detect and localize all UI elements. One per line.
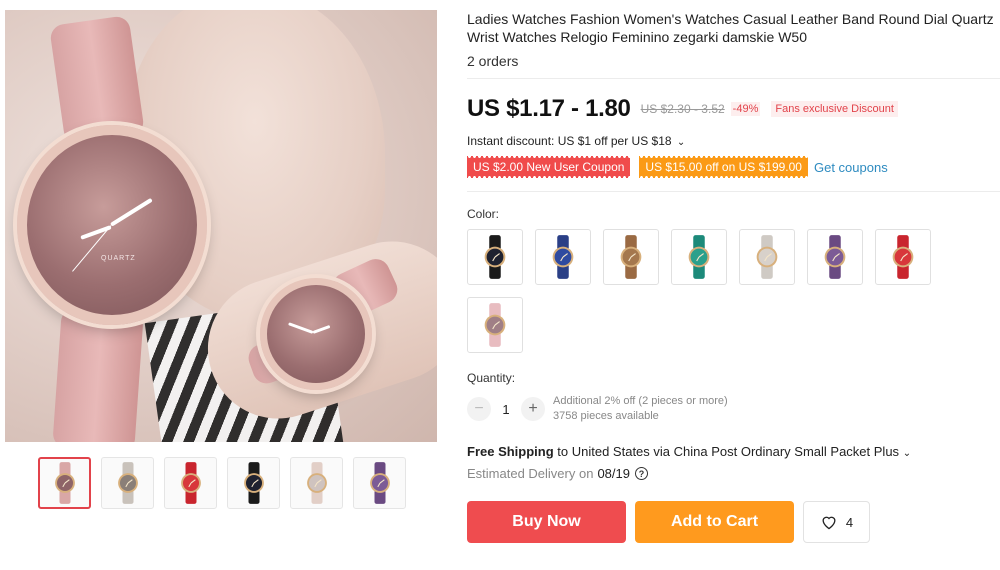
question-icon[interactable]: ? xyxy=(635,467,648,480)
color-swatch-2[interactable] xyxy=(535,229,591,285)
quantity-increase-button[interactable]: + xyxy=(521,397,545,421)
watch-icon xyxy=(484,235,506,279)
wishlist-button[interactable]: 4 xyxy=(803,501,870,543)
store-coupon[interactable]: US $15.00 off on US $199.00 xyxy=(639,155,808,179)
color-swatch-3[interactable] xyxy=(603,229,659,285)
color-swatch-8[interactable] xyxy=(467,297,523,353)
instant-discount[interactable]: Instant discount: US $1 off per US $18 ⌄ xyxy=(467,134,1000,148)
shipping-destination: to United States via China Post Ordinary… xyxy=(553,444,900,459)
product-info: Ladies Watches Fashion Women's Watches C… xyxy=(467,10,1000,543)
quantity-input[interactable] xyxy=(491,401,521,417)
watch-icon xyxy=(54,462,75,504)
current-price: US $1.17 - 1.80 xyxy=(467,95,631,122)
product-title: Ladies Watches Fashion Women's Watches C… xyxy=(467,11,994,45)
watch-icon xyxy=(484,303,506,347)
color-swatch-6[interactable] xyxy=(807,229,863,285)
watch-icon xyxy=(688,235,710,279)
thumbnail-4[interactable] xyxy=(227,457,280,509)
chevron-down-icon: ⌄ xyxy=(676,137,686,148)
watch-icon xyxy=(306,462,327,504)
color-swatch-4[interactable] xyxy=(671,229,727,285)
price-row: US $1.17 - 1.80 US $2.30 - 3.52 -49% Fan… xyxy=(467,95,1000,123)
color-swatch-7[interactable] xyxy=(875,229,931,285)
quantity-stepper: − + Additional 2% off (2 pieces or more)… xyxy=(467,394,1000,424)
original-price: US $2.30 - 3.52 xyxy=(640,102,725,116)
large-watch-face: QUARTZ xyxy=(17,125,207,325)
small-watch-face xyxy=(260,278,372,390)
chevron-down-icon: ⌄ xyxy=(902,448,912,459)
color-swatches xyxy=(467,229,937,353)
thumbnail-6[interactable] xyxy=(353,457,406,509)
thumbnail-5[interactable] xyxy=(290,457,343,509)
divider xyxy=(467,191,1000,192)
stock-available: 3758 pieces available xyxy=(553,410,659,422)
color-swatch-1[interactable] xyxy=(467,229,523,285)
watch-icon xyxy=(117,462,138,504)
watch-brand-text: QUARTZ xyxy=(101,255,136,262)
buy-now-button[interactable]: Buy Now xyxy=(467,501,626,543)
add-to-cart-button[interactable]: Add to Cart xyxy=(635,501,794,543)
quantity-label: Quantity: xyxy=(467,371,516,385)
color-label: Color: xyxy=(467,207,500,221)
product-main-image[interactable]: QUARTZ xyxy=(5,10,437,442)
coupon-row: US $2.00 New User Coupon US $15.00 off o… xyxy=(467,155,1000,179)
eta-date: 08/19 xyxy=(597,466,630,481)
watch-icon xyxy=(756,235,778,279)
thumbnail-2[interactable] xyxy=(101,457,154,509)
heart-icon xyxy=(822,516,836,530)
get-coupons-link[interactable]: Get coupons xyxy=(814,160,888,175)
free-shipping-label: Free Shipping xyxy=(467,444,554,459)
large-watch-strap-bottom xyxy=(52,307,144,442)
fans-discount-badge: Fans exclusive Discount xyxy=(771,101,898,117)
new-user-coupon[interactable]: US $2.00 New User Coupon xyxy=(467,155,631,179)
quantity-decrease-button[interactable]: − xyxy=(467,397,491,421)
watch-icon xyxy=(369,462,390,504)
eta-label: Estimated Delivery on xyxy=(467,466,594,481)
watch-icon xyxy=(180,462,201,504)
divider xyxy=(467,78,1000,79)
thumbnail-1[interactable] xyxy=(38,457,91,509)
estimated-delivery: Estimated Delivery on 08/19 ? xyxy=(467,466,1000,481)
watch-icon xyxy=(552,235,574,279)
thumbnail-3[interactable] xyxy=(164,457,217,509)
watch-icon xyxy=(892,235,914,279)
watch-icon xyxy=(824,235,846,279)
instant-discount-text: Instant discount: US $1 off per US $18 xyxy=(467,134,672,148)
action-buttons: Buy Now Add to Cart 4 xyxy=(467,501,1000,543)
watch-icon xyxy=(243,462,264,504)
wishlist-count: 4 xyxy=(845,514,854,530)
thumbnail-strip xyxy=(38,457,406,509)
bulk-discount-note: Additional 2% off (2 pieces or more) xyxy=(553,395,728,407)
shipping-info[interactable]: Free Shipping to United States via China… xyxy=(467,444,1000,459)
color-swatch-5[interactable] xyxy=(739,229,795,285)
quantity-notes: Additional 2% off (2 pieces or more) 375… xyxy=(553,394,728,424)
watch-icon xyxy=(620,235,642,279)
discount-badge: -49% xyxy=(730,102,761,116)
order-count: 2 orders xyxy=(467,53,519,69)
